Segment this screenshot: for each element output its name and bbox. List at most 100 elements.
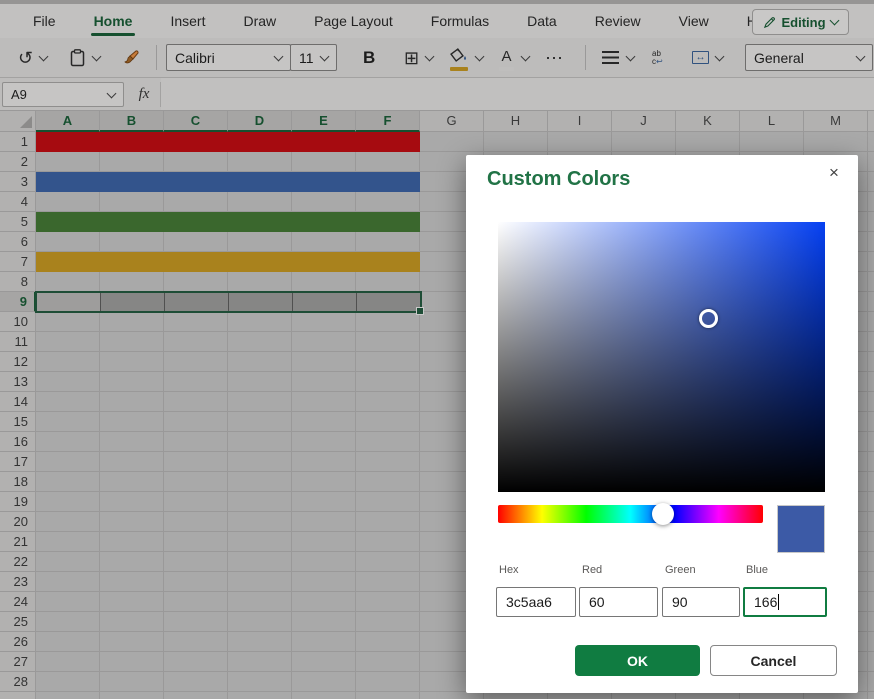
column-header-I[interactable]: I	[548, 111, 612, 132]
font-name-combo[interactable]: Calibri	[166, 44, 291, 71]
column-header-M[interactable]: M	[804, 111, 868, 132]
more-options-button[interactable]: ⋯	[545, 38, 563, 77]
menu-tab-insert[interactable]: Insert	[151, 4, 224, 38]
row-header-19[interactable]: 19	[0, 492, 36, 512]
row-header-27[interactable]: 27	[0, 652, 36, 672]
row-header-14[interactable]: 14	[0, 392, 36, 412]
row-header-25[interactable]: 25	[0, 612, 36, 632]
insert-function-button[interactable]: fx	[131, 82, 157, 107]
fill-color-button[interactable]	[450, 38, 483, 77]
row-header-21[interactable]: 21	[0, 532, 36, 552]
formula-input[interactable]	[161, 78, 874, 110]
menu-tab-file[interactable]: File	[14, 4, 75, 38]
borders-icon: ⊞	[404, 49, 419, 67]
menu-tab-page-layout[interactable]: Page Layout	[295, 4, 412, 38]
row-header-1[interactable]: 1	[0, 132, 36, 152]
column-header-A[interactable]: A	[36, 111, 100, 132]
hue-thumb[interactable]	[652, 503, 674, 525]
undo-icon: ↺	[18, 49, 33, 67]
column-header-B[interactable]: B	[100, 111, 164, 132]
format-painter-button[interactable]	[122, 38, 141, 77]
merge-cells-button[interactable]: ↔	[692, 38, 723, 77]
menu-tab-home[interactable]: Home	[75, 4, 152, 38]
menu-tab-data[interactable]: Data	[508, 4, 576, 38]
paste-button[interactable]	[70, 38, 100, 77]
ok-button[interactable]: OK	[575, 645, 700, 676]
wrap-text-button[interactable]: ab c↩	[652, 38, 663, 77]
divider	[585, 45, 586, 70]
undo-button[interactable]: ↺	[18, 38, 47, 77]
cancel-button[interactable]: Cancel	[710, 645, 837, 676]
row-header-10[interactable]: 10	[0, 312, 36, 332]
row-header-6[interactable]: 6	[0, 232, 36, 252]
row-fill-3	[36, 172, 420, 192]
fill-color-icon	[450, 48, 468, 67]
row-header-26[interactable]: 26	[0, 632, 36, 652]
row-fill-7	[36, 252, 420, 272]
row-header-17[interactable]: 17	[0, 452, 36, 472]
chevron-down-icon	[829, 16, 839, 26]
row-header-4[interactable]: 4	[0, 192, 36, 212]
row-header-24[interactable]: 24	[0, 592, 36, 612]
chevron-down-icon	[320, 51, 330, 61]
font-color-button[interactable]: A	[499, 38, 529, 77]
row-header-18[interactable]: 18	[0, 472, 36, 492]
select-all-corner[interactable]	[0, 111, 36, 132]
row-header-28[interactable]: 28	[0, 672, 36, 692]
column-header-E[interactable]: E	[292, 111, 356, 132]
picker-thumb[interactable]	[699, 309, 718, 328]
green-input[interactable]: 90	[662, 587, 740, 617]
rgb-fields: Hex3c5aa6Red60Green90Blue166	[466, 564, 858, 620]
hue-slider[interactable]	[498, 505, 763, 523]
menu-tab-review[interactable]: Review	[576, 4, 660, 38]
font-size-combo[interactable]: 11	[290, 44, 337, 71]
formula-bar: A9 fx	[0, 78, 874, 111]
font-color-swatch	[499, 67, 514, 71]
chevron-down-icon	[626, 51, 636, 61]
menu-tab-view[interactable]: View	[660, 4, 728, 38]
menu-tab-formulas[interactable]: Formulas	[412, 4, 508, 38]
alignment-button[interactable]	[602, 38, 634, 77]
chevron-down-icon	[39, 51, 49, 61]
row-header-11[interactable]: 11	[0, 332, 36, 352]
column-header-C[interactable]: C	[164, 111, 228, 132]
column-header-H[interactable]: H	[484, 111, 548, 132]
red-input[interactable]: 60	[579, 587, 658, 617]
row-header-7[interactable]: 7	[0, 252, 36, 272]
chevron-down-icon	[475, 51, 485, 61]
row-header-3[interactable]: 3	[0, 172, 36, 192]
column-header-F[interactable]: F	[356, 111, 420, 132]
bold-button[interactable]: B	[363, 38, 375, 77]
number-format-combo[interactable]: General	[745, 44, 873, 71]
menu-tab-draw[interactable]: Draw	[224, 4, 295, 38]
close-icon[interactable]: ×	[822, 161, 846, 185]
chevron-down-icon	[107, 88, 117, 98]
row-header-9[interactable]: 9	[0, 292, 36, 312]
row-header-5[interactable]: 5	[0, 212, 36, 232]
column-header-K[interactable]: K	[676, 111, 740, 132]
row-header-23[interactable]: 23	[0, 572, 36, 592]
hex-input[interactable]: 3c5aa6	[496, 587, 576, 617]
row-header-16[interactable]: 16	[0, 432, 36, 452]
fill-handle[interactable]	[416, 307, 424, 315]
row-header-15[interactable]: 15	[0, 412, 36, 432]
row-header-13[interactable]: 13	[0, 372, 36, 392]
column-header-D[interactable]: D	[228, 111, 292, 132]
column-header-G[interactable]: G	[420, 111, 484, 132]
row-header-8[interactable]: 8	[0, 272, 36, 292]
row-header-22[interactable]: 22	[0, 552, 36, 572]
borders-button[interactable]: ⊞	[404, 38, 433, 77]
row-header-20[interactable]: 20	[0, 512, 36, 532]
row-headers: 1234567891011121314151617181920212223242…	[0, 132, 36, 699]
fx-icon: fx	[139, 86, 150, 103]
name-box[interactable]: A9	[2, 82, 124, 107]
row-header-2[interactable]: 2	[0, 152, 36, 172]
saturation-value-picker[interactable]	[498, 222, 825, 492]
pencil-icon	[763, 16, 776, 29]
row-header-12[interactable]: 12	[0, 352, 36, 372]
editing-button[interactable]: Editing	[752, 9, 849, 35]
blue-input[interactable]: 166	[743, 587, 827, 617]
column-header-J[interactable]: J	[612, 111, 676, 132]
column-header-L[interactable]: L	[740, 111, 804, 132]
fill-color-swatch	[450, 67, 468, 71]
